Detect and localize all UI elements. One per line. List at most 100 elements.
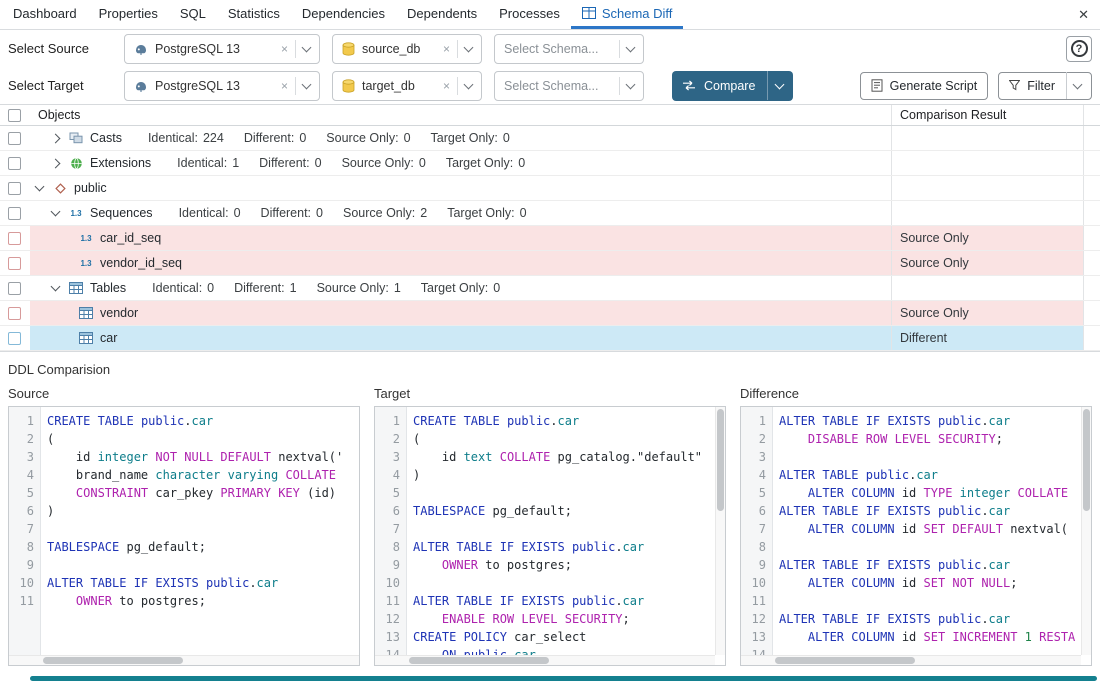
source-schema-select[interactable]: Select Schema... bbox=[494, 34, 644, 64]
stat-label: Identical: bbox=[148, 131, 198, 145]
ddl-source-editor[interactable]: 1CREATE TABLE public.car2(3 id integer N… bbox=[8, 406, 360, 666]
clear-icon[interactable]: × bbox=[281, 80, 288, 92]
object-label: vendor bbox=[100, 306, 138, 320]
target-server-select[interactable]: PostgreSQL 13 × bbox=[124, 71, 320, 101]
target-database-select[interactable]: target_db × bbox=[332, 71, 482, 101]
row-checkbox-cell bbox=[0, 226, 30, 250]
row-checkbox[interactable] bbox=[8, 182, 21, 195]
code-token: RESTA bbox=[1039, 630, 1075, 644]
ddl-target-editor[interactable]: 1CREATE TABLE public.car2(3 id text COLL… bbox=[374, 406, 726, 666]
table-row-vendor-id-seq[interactable]: 1.3vendor_id_seqSource Only bbox=[0, 251, 1100, 276]
row-objects-cell: 1.3car_id_seq bbox=[30, 226, 891, 250]
chevron-down-icon[interactable] bbox=[775, 79, 785, 89]
vertical-scrollbar-thumb[interactable] bbox=[1083, 409, 1090, 511]
comparison-grid: ObjectsComparison ResultCastsIdentical:2… bbox=[0, 104, 1100, 351]
row-checkbox[interactable] bbox=[8, 232, 21, 245]
code-text: CONSTRAINT car_pkey PRIMARY KEY (id) bbox=[41, 484, 336, 502]
generate-script-button[interactable]: Generate Script bbox=[860, 72, 989, 100]
code-text: ) bbox=[41, 502, 54, 520]
stat-target-only-: Target Only:0 bbox=[421, 281, 500, 295]
tab-statistics[interactable]: Statistics bbox=[217, 0, 291, 29]
row-checkbox[interactable] bbox=[8, 132, 21, 145]
table-row-extensions[interactable]: ExtensionsIdentical:1Different:0Source O… bbox=[0, 151, 1100, 176]
horizontal-scrollbar[interactable] bbox=[9, 655, 359, 665]
stat-value: 0 bbox=[503, 131, 510, 145]
tab-schema-diff[interactable]: Schema Diff bbox=[571, 0, 684, 29]
clear-icon[interactable]: × bbox=[443, 43, 450, 55]
row-objects-cell: car bbox=[30, 326, 891, 350]
table-row-car[interactable]: carDifferent bbox=[0, 326, 1100, 351]
tab-dependencies[interactable]: Dependencies bbox=[291, 0, 396, 29]
horizontal-scrollbar-thumb[interactable] bbox=[43, 657, 183, 664]
row-checkbox[interactable] bbox=[8, 207, 21, 220]
stat-label: Target Only: bbox=[431, 131, 498, 145]
line-number: 1 bbox=[9, 412, 41, 430]
row-objects-cell: 1.3SequencesIdentical:0Different:0Source… bbox=[30, 201, 891, 225]
table-row-vendor[interactable]: vendorSource Only bbox=[0, 301, 1100, 326]
line-number: 5 bbox=[9, 484, 41, 502]
tab-dependents[interactable]: Dependents bbox=[396, 0, 488, 29]
tab-dashboard[interactable]: Dashboard bbox=[2, 0, 88, 29]
collapse-icon[interactable] bbox=[35, 182, 45, 192]
row-result-cell bbox=[891, 151, 1083, 175]
vertical-scrollbar[interactable] bbox=[1081, 407, 1091, 655]
stat-source-only-: Source Only:1 bbox=[317, 281, 401, 295]
row-checkbox[interactable] bbox=[8, 157, 21, 170]
tab-processes[interactable]: Processes bbox=[488, 0, 571, 29]
row-checkbox[interactable] bbox=[8, 307, 21, 320]
clear-icon[interactable]: × bbox=[443, 80, 450, 92]
row-checkbox[interactable] bbox=[8, 282, 21, 295]
chevron-down-icon[interactable] bbox=[302, 79, 312, 89]
chevron-down-icon[interactable] bbox=[626, 79, 636, 89]
table-row-car-id-seq[interactable]: 1.3car_id_seqSource Only bbox=[0, 226, 1100, 251]
chevron-down-icon[interactable] bbox=[1073, 79, 1083, 89]
collapse-icon[interactable] bbox=[51, 282, 61, 292]
collapse-icon[interactable] bbox=[51, 207, 61, 217]
line-number: 8 bbox=[375, 538, 407, 556]
code-text: ( bbox=[41, 430, 54, 448]
ddl-difference-editor[interactable]: 1ALTER TABLE IF EXISTS public.car2 DISAB… bbox=[740, 406, 1092, 666]
table-row-casts[interactable]: CastsIdentical:224Different:0Source Only… bbox=[0, 126, 1100, 151]
target-server-value: PostgreSQL 13 bbox=[155, 79, 274, 93]
row-checkbox[interactable] bbox=[8, 257, 21, 270]
chevron-down-icon[interactable] bbox=[302, 42, 312, 52]
select-divider bbox=[295, 40, 296, 58]
horizontal-scrollbar-thumb[interactable] bbox=[775, 657, 915, 664]
vertical-scrollbar-thumb[interactable] bbox=[717, 409, 724, 511]
chevron-down-icon[interactable] bbox=[464, 79, 474, 89]
table-row-public[interactable]: public bbox=[0, 176, 1100, 201]
help-button[interactable]: ? bbox=[1066, 36, 1092, 62]
code-token: ALTER TABLE IF EXISTS bbox=[413, 540, 565, 554]
table-row-sequences[interactable]: 1.3SequencesIdentical:0Different:0Source… bbox=[0, 201, 1100, 226]
horizontal-scrollbar[interactable] bbox=[375, 655, 715, 665]
tab-sql[interactable]: SQL bbox=[169, 0, 217, 29]
horizontal-scrollbar[interactable] bbox=[741, 655, 1081, 665]
source-database-select[interactable]: source_db × bbox=[332, 34, 482, 64]
chevron-down-icon[interactable] bbox=[626, 42, 636, 52]
clear-icon[interactable]: × bbox=[281, 43, 288, 55]
row-checkbox[interactable] bbox=[8, 332, 21, 345]
horizontal-scrollbar-thumb[interactable] bbox=[409, 657, 549, 664]
stat-identical-: Identical:0 bbox=[179, 206, 241, 220]
chevron-down-icon[interactable] bbox=[464, 42, 474, 52]
row-checkbox-cell bbox=[0, 276, 30, 300]
expand-icon[interactable] bbox=[51, 133, 61, 143]
compare-button[interactable]: Compare bbox=[672, 71, 793, 101]
stat-label: Source Only: bbox=[326, 131, 398, 145]
target-schema-select[interactable]: Select Schema... bbox=[494, 71, 644, 101]
expand-icon[interactable] bbox=[51, 158, 61, 168]
code-token: SET NOT NULL bbox=[924, 576, 1011, 590]
bottom-scrollbar-thumb[interactable] bbox=[30, 676, 1097, 681]
close-icon[interactable]: ✕ bbox=[1078, 7, 1089, 23]
vertical-scrollbar[interactable] bbox=[715, 407, 725, 655]
line-number: 1 bbox=[375, 412, 407, 430]
select-all-checkbox[interactable] bbox=[8, 109, 21, 122]
extensions-icon bbox=[68, 157, 84, 170]
code-token: ; bbox=[1010, 576, 1017, 590]
tab-properties[interactable]: Properties bbox=[88, 0, 169, 29]
source-server-select[interactable]: PostgreSQL 13 × bbox=[124, 34, 320, 64]
table-row-tables[interactable]: TablesIdentical:0Different:1Source Only:… bbox=[0, 276, 1100, 301]
code-token: public bbox=[866, 468, 909, 482]
filter-button[interactable]: Filter bbox=[998, 72, 1092, 100]
code-token: ) bbox=[413, 468, 420, 482]
